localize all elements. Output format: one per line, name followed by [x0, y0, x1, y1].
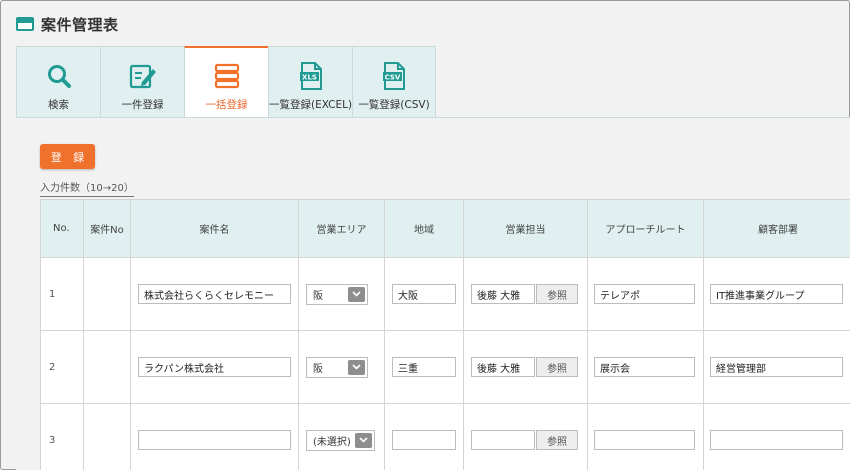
csv-file-icon: CSV	[379, 62, 409, 90]
approach-route-input[interactable]	[594, 357, 695, 377]
page-title: 案件管理表	[41, 15, 119, 34]
reference-button[interactable]: 参照	[536, 284, 578, 304]
header-approach-route: アプローチルート	[587, 199, 704, 258]
sales-rep-input[interactable]	[471, 357, 535, 377]
chevron-down-icon	[348, 359, 365, 375]
case-no-cell	[83, 257, 131, 331]
sales-rep-input[interactable]	[471, 430, 535, 450]
sales-rep-field: 参照	[471, 357, 587, 377]
register-button[interactable]: 登 録	[40, 144, 95, 169]
tab-search[interactable]: 検索	[16, 46, 100, 118]
row-number: 1	[40, 257, 84, 331]
bulk-register-panel: 登 録 入力件数（10→20） No. 案件No 案件名 営業エリア 地域 営業…	[16, 117, 850, 470]
header-sales-area: 営業エリア	[298, 199, 385, 258]
sales-area-value: (未選択)	[313, 436, 351, 448]
tab-label: 検索	[48, 99, 69, 111]
header-case-name: 案件名	[130, 199, 299, 258]
sales-rep-field: 参照	[471, 430, 587, 450]
case-name-input[interactable]	[138, 284, 291, 304]
tab-single-register[interactable]: 一件登録	[100, 46, 184, 118]
table-header-row: No. 案件No 案件名 営業エリア 地域 営業担当 アプローチルート 顧客部署	[40, 199, 850, 258]
header-no: No.	[40, 199, 84, 258]
table-row: 1 阪 参照	[40, 257, 850, 331]
header-customer-dept: 顧客部署	[703, 199, 850, 258]
reference-button[interactable]: 参照	[536, 430, 578, 450]
tab-label: 一件登録	[121, 99, 164, 111]
search-icon	[44, 62, 74, 90]
header-case-no: 案件No	[83, 199, 131, 258]
csv-badge: CSV	[385, 73, 401, 81]
customer-dept-input[interactable]	[710, 357, 843, 377]
sales-rep-input[interactable]	[471, 284, 535, 304]
xls-file-icon: XLS	[296, 62, 326, 90]
row-number: 3	[40, 403, 84, 470]
tab-bar: 検索 一件登録 一括登録 XLS 一覧登録(EXCEL) CSV 一覧登録(CS…	[16, 46, 436, 118]
xls-badge: XLS	[302, 73, 317, 81]
case-no-cell	[83, 330, 131, 404]
sales-area-select[interactable]: 阪	[306, 356, 368, 378]
tab-bulk-register[interactable]: 一括登録	[184, 46, 268, 118]
sales-rep-field: 参照	[471, 284, 587, 304]
input-count-link[interactable]: 入力件数（10→20）	[40, 183, 134, 197]
table-row: 2 阪 参照	[40, 330, 850, 404]
tab-label: 一括登録	[205, 99, 248, 111]
tab-csv-register[interactable]: CSV 一覧登録(CSV)	[352, 46, 436, 118]
window-icon	[16, 17, 34, 31]
sales-area-value: 阪	[313, 363, 323, 375]
tab-excel-register[interactable]: XLS 一覧登録(EXCEL)	[268, 46, 352, 118]
edit-icon	[128, 62, 158, 90]
customer-dept-input[interactable]	[710, 430, 843, 450]
tab-label: 一覧登録(CSV)	[358, 99, 430, 111]
bulk-entry-table: No. 案件No 案件名 営業エリア 地域 営業担当 アプローチルート 顧客部署…	[40, 199, 850, 470]
sales-area-value: 阪	[313, 290, 323, 302]
stack-icon	[212, 62, 242, 90]
row-number: 2	[40, 330, 84, 404]
approach-route-input[interactable]	[594, 284, 695, 304]
tab-label: 一覧登録(EXCEL)	[268, 99, 353, 111]
customer-dept-input[interactable]	[710, 284, 843, 304]
approach-route-input[interactable]	[594, 430, 695, 450]
sales-area-select[interactable]: (未選択)	[306, 429, 375, 451]
header-sales-rep: 営業担当	[463, 199, 588, 258]
case-name-input[interactable]	[138, 430, 291, 450]
case-no-cell	[83, 403, 131, 470]
table-row: 3 (未選択) 参照	[40, 403, 850, 470]
page-header: 案件管理表	[16, 13, 119, 35]
header-region: 地域	[384, 199, 464, 258]
region-input[interactable]	[392, 357, 456, 377]
region-input[interactable]	[392, 284, 456, 304]
sales-area-select[interactable]: 阪	[306, 283, 368, 305]
chevron-down-icon	[348, 286, 365, 302]
case-name-input[interactable]	[138, 357, 291, 377]
chevron-down-icon	[355, 432, 372, 448]
region-input[interactable]	[392, 430, 456, 450]
reference-button[interactable]: 参照	[536, 357, 578, 377]
